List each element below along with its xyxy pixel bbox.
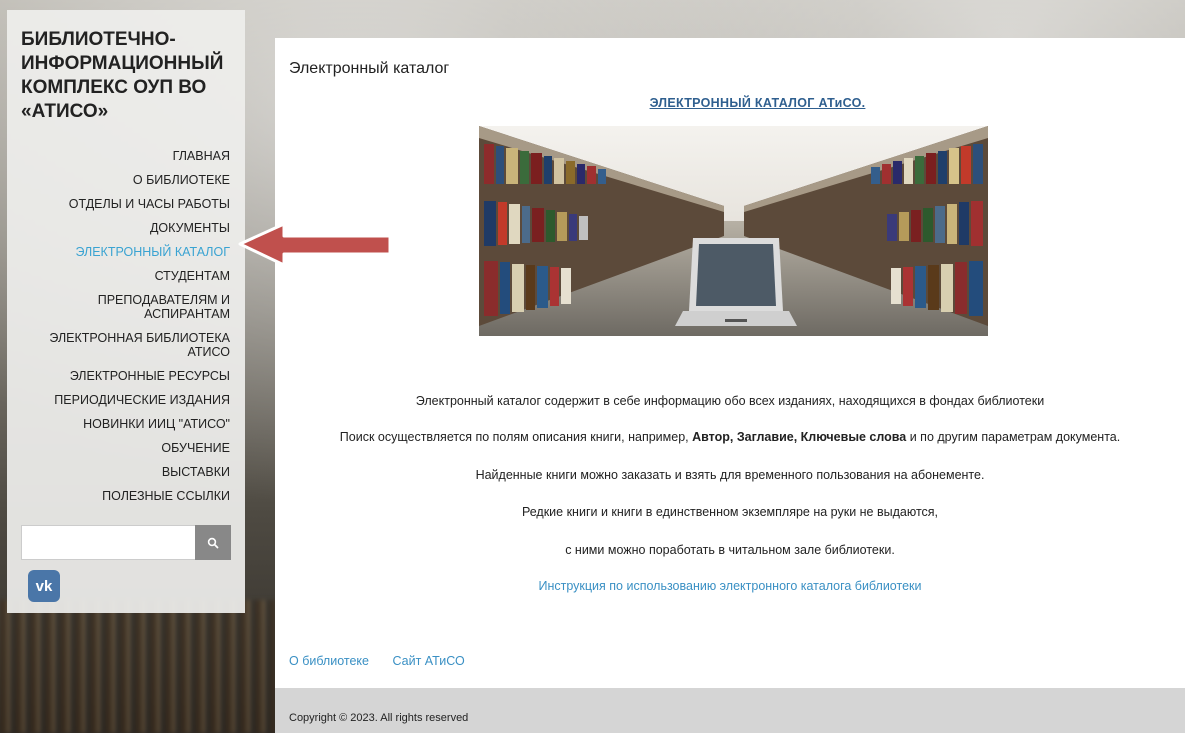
site-title-line: БИБЛИОТЕЧНО- bbox=[21, 29, 176, 50]
catalog-link-row: ЭЛЕКТРОННЫЙ КАТАЛОГ АТиСО. bbox=[275, 92, 1185, 111]
menu-item[interactable]: ВЫСТАВКИ bbox=[10, 460, 230, 484]
menu-item-label: ДОКУМЕНТЫ bbox=[149, 221, 230, 235]
vk-icon: vk bbox=[35, 577, 53, 595]
menu-item-label: НОВИНКИ ИИЦ "АТИСО" bbox=[83, 417, 230, 431]
menu-item[interactable]: ЭЛЕКТРОННЫЙ КАТАЛОГ bbox=[10, 240, 230, 264]
menu-item-label: О БИБЛИОТЕКЕ bbox=[132, 173, 230, 187]
menu-item[interactable]: ЭЛЕКТРОННЫЕ РЕСУРСЫ bbox=[10, 364, 230, 388]
search-description-prefix: Поиск осуществляется по полям описания к… bbox=[339, 430, 693, 444]
copyright-bar: Copyright © 2023. All rights reserved bbox=[275, 688, 1185, 733]
menu-item-label: ЭЛЕКТРОННЫЕ РЕСУРСЫ bbox=[69, 369, 230, 383]
menu-item[interactable]: ПЕРИОДИЧЕСКИЕ ИЗДАНИЯ bbox=[10, 388, 230, 412]
menu-item[interactable]: ПРЕПОДАВАТЕЛЯМ И АСПИРАНТАМ bbox=[10, 288, 230, 326]
order-info: Найденные книги можно заказать и взять д… bbox=[475, 468, 985, 482]
menu-item-label: АТИСО bbox=[187, 345, 230, 359]
search-description-suffix: и по другим параметрам документа. bbox=[906, 430, 1121, 444]
menu-item-label: ОБУЧЕНИЕ bbox=[161, 441, 230, 455]
search-fields-bold: Автор, Заглавие, Ключевые слова bbox=[692, 430, 907, 444]
search-box bbox=[21, 525, 231, 560]
rare-books-info: Редкие книги и книги в единственном экзе… bbox=[521, 505, 939, 519]
site-title[interactable]: БИБЛИОТЕЧНО- ИНФОРМАЦИОННЫЙ КОМПЛЕКС ОУП… bbox=[21, 28, 236, 124]
footer-link-site[interactable]: Сайт АТиСО bbox=[392, 654, 464, 668]
menu-item-label: ВЫСТАВКИ bbox=[161, 465, 230, 479]
menu-item-label: СТУДЕНТАМ bbox=[154, 269, 230, 283]
menu-item-label: ЭЛЕКТРОННАЯ БИБЛИОТЕКА bbox=[49, 331, 230, 345]
menu-item-label: ОТДЕЛЫ И ЧАСЫ РАБОТЫ bbox=[68, 197, 230, 211]
menu-item-label: ЭЛЕКТРОННЫЙ КАТАЛОГ bbox=[75, 245, 230, 259]
menu-item-label: ПОЛЕЗНЫЕ ССЫЛКИ bbox=[102, 489, 230, 503]
search-description: Поиск осуществляется по полям описания к… bbox=[275, 430, 1185, 444]
menu-item-label: ГЛАВНАЯ bbox=[172, 149, 230, 163]
library-photo bbox=[479, 126, 988, 336]
catalog-description: Электронный каталог содержит в себе инфо… bbox=[415, 394, 1045, 408]
search-button[interactable] bbox=[195, 525, 231, 560]
site-title-line: ИНФОРМАЦИОННЫЙ bbox=[21, 53, 224, 74]
instruction-link[interactable]: Инструкция по использованию электронного… bbox=[539, 579, 922, 593]
electronic-catalog-link[interactable]: ЭЛЕКТРОННЫЙ КАТАЛОГ АТиСО. bbox=[650, 96, 866, 110]
reading-room-info: с ними можно поработать в читальном зале… bbox=[565, 543, 895, 557]
vk-link-button[interactable]: vk bbox=[28, 570, 60, 602]
menu-item[interactable]: ПОЛЕЗНЫЕ ССЫЛКИ bbox=[10, 484, 230, 508]
menu-item[interactable]: ДОКУМЕНТЫ bbox=[10, 216, 230, 240]
search-icon bbox=[207, 537, 219, 548]
menu-item[interactable]: ЭЛЕКТРОННАЯ БИБЛИОТЕКА АТИСО bbox=[10, 326, 230, 364]
site-title-line: КОМПЛЕКС ОУП ВО bbox=[21, 77, 207, 98]
menu-item[interactable]: СТУДЕНТАМ bbox=[10, 264, 230, 288]
search-input[interactable] bbox=[22, 526, 199, 557]
footer-link-about[interactable]: О библиотеке bbox=[289, 654, 369, 668]
menu-item-label: ПЕРИОДИЧЕСКИЕ ИЗДАНИЯ bbox=[54, 393, 230, 407]
arrow-annotation-icon bbox=[238, 222, 392, 267]
main-menu: ГЛАВНАЯ О БИБЛИОТЕКЕ ОТДЕЛЫ И ЧАСЫ РАБОТЫ Д… bbox=[10, 144, 230, 508]
menu-item[interactable]: НОВИНКИ ИИЦ "АТИСО" bbox=[10, 412, 230, 436]
copyright-text: Copyright © 2023. All rights reserved bbox=[289, 712, 469, 724]
menu-item[interactable]: ОТДЕЛЫ И ЧАСЫ РАБОТЫ bbox=[10, 192, 230, 216]
page-title: Электронный каталог bbox=[289, 60, 450, 77]
site-title-line: «АТИСО» bbox=[21, 101, 109, 122]
menu-item[interactable]: ГЛАВНАЯ bbox=[10, 144, 230, 168]
menu-item-label: ПРЕПОДАВАТЕЛЯМ И bbox=[97, 293, 230, 307]
sidebar: БИБЛИОТЕЧНО- ИНФОРМАЦИОННЫЙ КОМПЛЕКС ОУП… bbox=[7, 10, 245, 613]
footer-links: О библиотеке Сайт АТиСО bbox=[289, 654, 485, 668]
instruction-row: Инструкция по использованию электронного… bbox=[275, 579, 1185, 593]
main-content: Электронный каталог ЭЛЕКТРОННЫЙ КАТАЛОГ … bbox=[275, 38, 1185, 688]
menu-item-label: АСПИРАНТАМ bbox=[144, 307, 230, 321]
background-books bbox=[0, 600, 275, 733]
menu-item[interactable]: ОБУЧЕНИЕ bbox=[10, 436, 230, 460]
menu-item[interactable]: О БИБЛИОТЕКЕ bbox=[10, 168, 230, 192]
